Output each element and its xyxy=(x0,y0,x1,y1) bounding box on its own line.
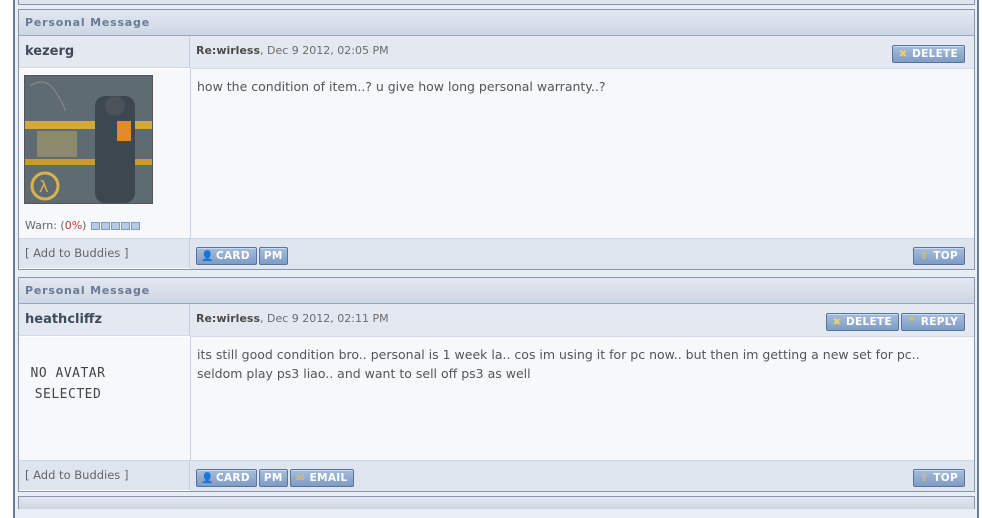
svg-text:λ: λ xyxy=(39,177,48,196)
post-author[interactable]: kezerg xyxy=(25,44,74,59)
user-icon: 👤 xyxy=(201,250,214,262)
arrow-up-icon: ⇧ xyxy=(919,250,929,262)
email-button[interactable]: ✉ EMAIL xyxy=(289,468,355,487)
post-date: , Dec 9 2012, 02:05 PM xyxy=(260,44,389,57)
avatar-image: λ xyxy=(25,76,152,203)
warn-box xyxy=(120,222,130,230)
delete-button[interactable]: ✖ DELETE xyxy=(892,44,965,63)
reply-button[interactable]: ❞ REPLY xyxy=(900,312,965,331)
post-body-line: how the condition of item..? u give how … xyxy=(197,79,606,94)
top-button[interactable]: ⇧ TOP xyxy=(913,246,965,265)
x-icon: ✖ xyxy=(832,316,842,328)
post-header: Personal Message xyxy=(19,10,974,36)
post-meta: Re:wirless, Dec 9 2012, 02:05 PM xyxy=(196,44,389,57)
post-body-line: its still good condition bro.. personal … xyxy=(197,347,920,362)
warn-box xyxy=(110,222,120,230)
post-author[interactable]: heathcliffz xyxy=(25,312,102,327)
post-header: Personal Message xyxy=(19,278,974,304)
next-post-header xyxy=(18,496,975,509)
add-to-buddies-link[interactable]: [ Add to Buddies ] xyxy=(25,468,128,482)
post-body: its still good condition bro.. personal … xyxy=(191,337,974,460)
user-icon: 👤 xyxy=(201,472,214,484)
warn-level: Warn: (0%) xyxy=(25,219,140,232)
post-title: Re:wirless xyxy=(196,312,261,325)
post-date: , Dec 9 2012, 02:11 PM xyxy=(260,312,389,325)
quote-icon: ❞ xyxy=(908,316,915,328)
no-avatar-placeholder: NO AVATAR SELECTED xyxy=(30,366,106,402)
warn-box xyxy=(130,222,140,230)
previous-post-footer xyxy=(18,0,975,5)
delete-button[interactable]: ✖ DELETE xyxy=(825,312,899,331)
add-to-buddies-link[interactable]: [ Add to Buddies ] xyxy=(25,246,128,260)
envelope-icon: ✉ xyxy=(296,472,305,484)
card-button[interactable]: 👤 CARD xyxy=(196,468,257,487)
top-button[interactable]: ⇧ TOP xyxy=(913,468,965,487)
avatar[interactable]: λ xyxy=(24,75,153,204)
pm-button[interactable]: PM xyxy=(258,246,288,265)
post-heathcliffz: Personal Message heathcliffz Re:wirless,… xyxy=(18,277,975,492)
x-icon: ✖ xyxy=(898,48,908,60)
warn-box xyxy=(90,222,100,230)
pm-button[interactable]: PM xyxy=(258,468,288,487)
card-button[interactable]: 👤 CARD xyxy=(196,246,257,265)
post-meta: Re:wirless, Dec 9 2012, 02:11 PM xyxy=(196,312,389,325)
post-title: Re:wirless xyxy=(196,44,261,57)
post-kezerg: Personal Message kezerg Re:wirless, Dec … xyxy=(18,9,975,270)
post-body-line: seldom play ps3 liao.. and want to sell … xyxy=(197,366,531,381)
arrow-up-icon: ⇧ xyxy=(919,472,929,484)
warn-box xyxy=(100,222,110,230)
post-body: how the condition of item..? u give how … xyxy=(191,69,974,238)
